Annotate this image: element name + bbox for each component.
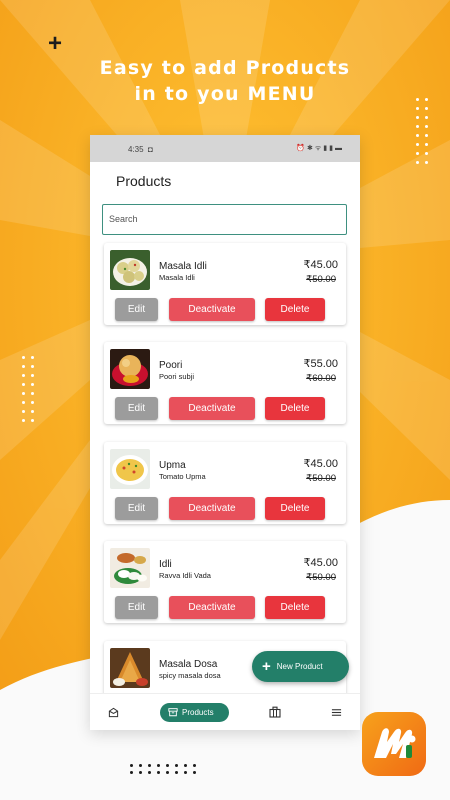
system-status-icons: ⏰✱ᯤ▮▮▬ (296, 145, 344, 152)
product-original-price: ₹50.00 (306, 572, 336, 583)
status-bar: 4:35 ◘ ⏰✱ᯤ▮▮▬ (90, 135, 360, 162)
edit-button[interactable]: Edit (115, 298, 158, 321)
search-input[interactable]: Search (102, 204, 347, 235)
product-name: Upma (159, 460, 186, 471)
product-card: Masala Idli Masala Idli ₹45.00 ₹50.00 Ed… (104, 243, 346, 325)
delete-button[interactable]: Delete (265, 298, 325, 321)
deactivate-button[interactable]: Deactivate (169, 596, 255, 619)
delete-button[interactable]: Delete (265, 596, 325, 619)
product-image (110, 250, 150, 290)
product-card: Poori Poori subji ₹55.00 ₹60.00 Edit Dea… (104, 342, 346, 424)
product-description: Poori subji (159, 372, 195, 381)
product-original-price: ₹60.00 (306, 373, 336, 384)
product-price: ₹45.00 (303, 259, 338, 271)
product-description: Masala Idli (159, 273, 195, 282)
product-description: Tomato Upma (159, 472, 206, 481)
deactivate-button[interactable]: Deactivate (169, 497, 255, 520)
search-placeholder: Search (109, 214, 138, 224)
new-product-label: New Product (276, 662, 323, 671)
nav-products-tab[interactable]: Products (160, 703, 229, 722)
promo-headline: Easy to add Products in to you MENU (0, 55, 450, 107)
nav-menu-icon[interactable] (331, 705, 342, 723)
product-name: Idli (159, 559, 172, 570)
edit-button[interactable]: Edit (115, 596, 158, 619)
nav-store-icon[interactable] (269, 705, 281, 723)
download-icon: ◘ (148, 145, 153, 154)
product-name: Poori (159, 360, 183, 371)
edit-button[interactable]: Edit (115, 497, 158, 520)
product-price: ₹45.00 (303, 557, 338, 569)
product-original-price: ₹50.00 (306, 274, 336, 285)
page-title: Products (116, 173, 172, 189)
promo-headline-line2: in to you MENU (134, 83, 316, 105)
bottom-navigation: Products (90, 693, 360, 730)
dots-decoration-left (22, 356, 34, 422)
promo-headline-line1: Easy to add Products (99, 57, 351, 79)
product-name: Masala Dosa (159, 659, 218, 670)
plus-icon: + (262, 658, 271, 675)
deactivate-button[interactable]: Deactivate (169, 298, 255, 321)
product-card: Upma Tomato Upma ₹45.00 ₹50.00 Edit Deac… (104, 442, 346, 524)
phone-screen: 4:35 ◘ ⏰✱ᯤ▮▮▬ Products Search Masala Idl… (90, 135, 360, 730)
product-description: spicy masala dosa (159, 671, 221, 680)
product-price: ₹45.00 (303, 458, 338, 470)
status-time: 4:35 (128, 145, 144, 154)
dots-decoration-bottom (130, 764, 196, 774)
product-image (110, 349, 150, 389)
product-price: ₹55.00 (303, 358, 338, 370)
nav-orders-icon[interactable] (108, 705, 119, 723)
product-name: Masala Idli (159, 261, 207, 272)
product-image (110, 449, 150, 489)
nav-products-label: Products (182, 708, 214, 717)
app-logo (362, 712, 426, 776)
plus-decoration-icon: + (48, 30, 63, 57)
product-description: Ravva Idli Vada (159, 571, 211, 580)
archive-icon (168, 708, 178, 717)
product-image (110, 648, 150, 688)
delete-button[interactable]: Delete (265, 397, 325, 420)
product-image (110, 548, 150, 588)
product-original-price: ₹50.00 (306, 473, 336, 484)
dots-decoration-right (416, 98, 428, 164)
new-product-button[interactable]: + New Product (252, 651, 349, 682)
product-card: Idli Ravva Idli Vada ₹45.00 ₹50.00 Edit … (104, 541, 346, 623)
deactivate-button[interactable]: Deactivate (169, 397, 255, 420)
delete-button[interactable]: Delete (265, 497, 325, 520)
edit-button[interactable]: Edit (115, 397, 158, 420)
